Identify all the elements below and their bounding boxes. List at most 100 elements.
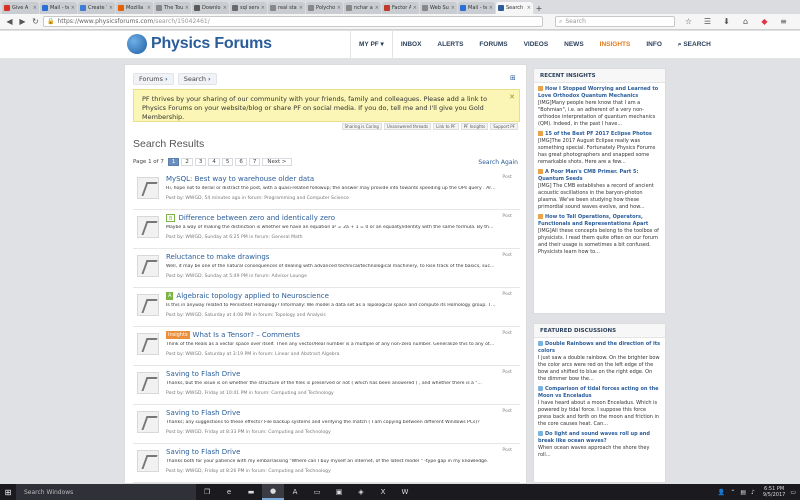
nav-item-mypf[interactable]: MY PF ▾: [350, 31, 393, 59]
notepad-icon[interactable]: ▭: [306, 484, 328, 500]
side-item-title[interactable]: How to Tell Operations, Operators, Funct…: [538, 214, 661, 228]
result-title-link[interactable]: MySQL: Best way to warehouse older data: [166, 175, 314, 183]
breadcrumb-forums[interactable]: Forums ›: [133, 73, 174, 85]
volume-icon[interactable]: ♪: [751, 489, 755, 496]
forward-icon[interactable]: ▶: [17, 16, 28, 27]
close-tab-icon[interactable]: ×: [147, 5, 151, 11]
nav-item-videos[interactable]: VIDEOS: [516, 31, 557, 59]
task-view-icon[interactable]: ❐: [196, 484, 218, 500]
close-tab-icon[interactable]: ×: [185, 5, 189, 11]
close-tab-icon[interactable]: ×: [261, 5, 265, 11]
user-avatar[interactable]: [137, 372, 159, 394]
user-avatar[interactable]: [137, 216, 159, 238]
back-icon[interactable]: ◀: [4, 16, 15, 27]
url-bar[interactable]: 🔒 https://www.physicsforums.com/search/1…: [43, 16, 543, 27]
close-tab-icon[interactable]: ×: [451, 5, 455, 11]
chevron-up-icon[interactable]: ⌃: [730, 489, 735, 496]
close-tab-icon[interactable]: ×: [33, 5, 37, 11]
download-icon[interactable]: ⬇: [721, 16, 732, 27]
site-logo[interactable]: Physics Forums: [127, 34, 272, 54]
word-icon[interactable]: W: [394, 484, 416, 500]
notice-link[interactable]: Unanswered threads: [383, 123, 432, 130]
thread-prefix-badge[interactable]: B: [166, 214, 176, 222]
breadcrumb-search[interactable]: Search ›: [177, 73, 217, 85]
close-tab-icon[interactable]: ×: [71, 5, 75, 11]
close-tab-icon[interactable]: ×: [299, 5, 303, 11]
side-item-title[interactable]: Comparison of tidal forces acting on the…: [538, 386, 661, 400]
notice-link[interactable]: Support PF: [490, 123, 518, 130]
reload-icon[interactable]: ↻: [30, 16, 41, 27]
user-avatar[interactable]: [137, 177, 159, 199]
notice-link[interactable]: PF Insights: [460, 123, 489, 130]
menu-icon[interactable]: ≡: [778, 16, 789, 27]
browser-tab[interactable]: The Tours×: [154, 2, 191, 14]
browser-tab[interactable]: Give A ×: [2, 2, 39, 14]
result-title-link[interactable]: What Is a Tensor? – Comments: [193, 331, 300, 339]
browser-tab[interactable]: nchar and×: [344, 2, 381, 14]
close-tab-icon[interactable]: ×: [489, 5, 493, 11]
result-title-link[interactable]: Difference between zero and identically …: [178, 214, 335, 222]
user-avatar[interactable]: [137, 333, 159, 355]
page-link-7[interactable]: 7: [248, 158, 261, 166]
page-link-4[interactable]: 4: [208, 158, 220, 166]
browser-tab[interactable]: Factor Ana×: [382, 2, 419, 14]
taskbar-search-input[interactable]: Search Windows: [16, 484, 196, 500]
result-title-link[interactable]: Saving to Flash Drive: [166, 409, 240, 417]
user-avatar[interactable]: [137, 411, 159, 433]
side-item-title[interactable]: 15 of the Best PF 2017 Eclipse Photos: [538, 131, 661, 138]
close-tab-icon[interactable]: ×: [375, 5, 379, 11]
firefox-icon[interactable]: ●: [262, 484, 284, 500]
close-tab-icon[interactable]: ×: [337, 5, 341, 11]
edge-icon[interactable]: e: [218, 484, 240, 500]
new-tab-icon[interactable]: +: [534, 4, 544, 14]
browser-tab[interactable]: Search ×: [496, 2, 533, 14]
user-avatar[interactable]: [137, 450, 159, 472]
browser-tab[interactable]: Create Tha×: [78, 2, 115, 14]
nav-item-news[interactable]: NEWS: [556, 31, 592, 59]
nav-item-alerts[interactable]: ALERTS: [429, 31, 471, 59]
close-tab-icon[interactable]: ×: [109, 5, 113, 11]
browser-tab[interactable]: real statisti×: [268, 2, 305, 14]
page-link-1[interactable]: 1: [167, 158, 180, 166]
result-title-link[interactable]: Algebraic topology applied to Neuroscien…: [176, 292, 329, 300]
browser-tab[interactable]: Mozilla Fir×: [116, 2, 153, 14]
next-page-link[interactable]: Next >: [262, 158, 292, 166]
acrobat-icon[interactable]: A: [284, 484, 306, 500]
user-avatar[interactable]: [137, 294, 159, 316]
file-explorer-icon[interactable]: ▬: [240, 484, 262, 500]
star-icon[interactable]: ☆: [683, 16, 694, 27]
result-title-link[interactable]: Reluctance to make drawings: [166, 253, 269, 261]
nav-item-info[interactable]: INFO: [638, 31, 670, 59]
side-item-title[interactable]: Do light and sound waves roll up and bre…: [538, 431, 661, 445]
browser-tab[interactable]: Polychoric×: [306, 2, 343, 14]
browser-tab[interactable]: Mail - teo×: [40, 2, 77, 14]
page-link-5[interactable]: 5: [221, 158, 234, 166]
close-icon[interactable]: ✕: [509, 93, 515, 102]
nav-item-forums[interactable]: FORUMS: [471, 31, 515, 59]
sql-icon[interactable]: ◈: [350, 484, 372, 500]
result-title-link[interactable]: Saving to Flash Drive: [166, 448, 240, 456]
notice-link[interactable]: Sharing is Caring: [341, 123, 382, 130]
clock[interactable]: 6:51 PM 9/5/2017: [763, 486, 785, 498]
thread-prefix-badge[interactable]: Insights: [166, 331, 190, 339]
close-tab-icon[interactable]: ×: [527, 5, 531, 11]
nav-item-insights[interactable]: INSIGHTS: [592, 31, 639, 59]
browser-tab[interactable]: Download×: [192, 2, 229, 14]
thread-prefix-badge[interactable]: A: [166, 292, 174, 300]
close-tab-icon[interactable]: ×: [413, 5, 417, 11]
pocket-icon[interactable]: ◆: [759, 16, 770, 27]
nav-item-search[interactable]: ⌕ SEARCH: [670, 31, 719, 59]
terminal-icon[interactable]: ▣: [328, 484, 350, 500]
notice-link[interactable]: Link to PF: [433, 123, 459, 130]
close-tab-icon[interactable]: ×: [223, 5, 227, 11]
side-item-title[interactable]: A Poor Man's CMB Primer. Part 5: Quantum…: [538, 169, 661, 183]
reading-list-icon[interactable]: ☰: [702, 16, 713, 27]
home-icon[interactable]: ⌂: [740, 16, 751, 27]
user-avatar[interactable]: [137, 255, 159, 277]
sitemap-icon[interactable]: ⊞: [510, 74, 518, 82]
search-again-link[interactable]: Search Again: [478, 159, 518, 166]
windows-start-icon[interactable]: ⊞: [0, 484, 16, 500]
page-link-2[interactable]: 2: [181, 158, 193, 166]
browser-search-input[interactable]: ⌕ Search: [555, 16, 675, 27]
excel-icon[interactable]: X: [372, 484, 394, 500]
